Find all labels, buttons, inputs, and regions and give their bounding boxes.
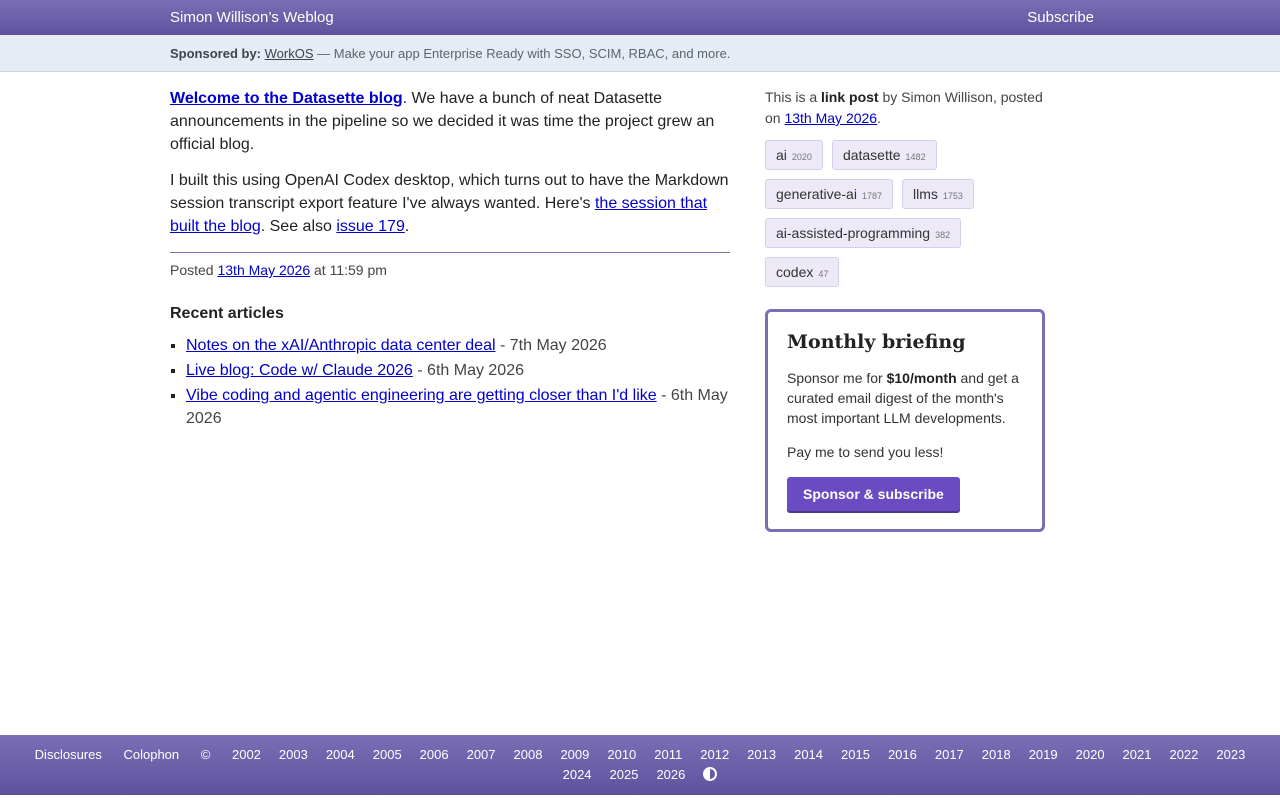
meta-post-type: link post bbox=[821, 89, 879, 105]
year-link-2021[interactable]: 2021 bbox=[1123, 747, 1152, 762]
year-link-2004[interactable]: 2004 bbox=[326, 747, 355, 762]
year-link-2016[interactable]: 2016 bbox=[888, 747, 917, 762]
briefing-description: Sponsor me for $10/month and get a curat… bbox=[787, 368, 1023, 428]
footer-links-row-2: 2024 2025 2026 bbox=[0, 767, 1280, 782]
tag-count: 47 bbox=[818, 269, 829, 279]
recent-article-date: - 6th May 2026 bbox=[412, 362, 524, 379]
post-paragraph-1: Welcome to the Datasette blog. We have a… bbox=[170, 87, 730, 156]
recent-article-date: - 7th May 2026 bbox=[495, 337, 607, 354]
subscribe-link[interactable]: Subscribe bbox=[1027, 9, 1094, 26]
tag-ai[interactable]: ai 2020 bbox=[765, 140, 823, 170]
year-link-2010[interactable]: 2010 bbox=[607, 747, 636, 762]
tag-count: 1787 bbox=[861, 191, 882, 201]
sponsor-banner: Sponsored by: WorkOS — Make your app Ent… bbox=[0, 35, 1280, 72]
year-link-2014[interactable]: 2014 bbox=[794, 747, 823, 762]
year-link-2025[interactable]: 2025 bbox=[610, 767, 639, 782]
disclosures-link[interactable]: Disclosures bbox=[35, 747, 102, 762]
recent-article-link[interactable]: Notes on the xAI/Anthropic data center d… bbox=[186, 337, 496, 354]
posted-date-link[interactable]: 13th May 2026 bbox=[217, 262, 310, 278]
post-meta: This is a link post by Simon Willison, p… bbox=[765, 87, 1045, 129]
tag-llms[interactable]: llms 1753 bbox=[901, 179, 974, 209]
post-title-link[interactable]: Welcome to the Datasette blog bbox=[170, 90, 403, 107]
tag-name: codex bbox=[776, 264, 814, 280]
sponsor-label: Sponsored by: bbox=[170, 46, 262, 61]
year-link-2022[interactable]: 2022 bbox=[1169, 747, 1198, 762]
year-link-2007[interactable]: 2007 bbox=[467, 747, 496, 762]
sponsor-tagline: — Make your app Enterprise Ready with SS… bbox=[313, 46, 731, 61]
briefing-title: Monthly briefing bbox=[787, 331, 966, 353]
site-footer: Disclosures Colophon © 2002 2003 2004 2005 2… bbox=[0, 735, 1280, 795]
sponsor-text: Sponsored by: WorkOS — Make your app Ent… bbox=[170, 46, 730, 61]
tag-name: generative-ai bbox=[776, 186, 857, 202]
sidebar: This is a link post by Simon Willison, p… bbox=[765, 87, 1045, 532]
tag-codex[interactable]: codex 47 bbox=[765, 257, 840, 287]
tag-count: 1753 bbox=[942, 191, 963, 201]
recent-article-item: Live blog: Code w/ Claude 2026 - 6th May… bbox=[186, 359, 730, 382]
tag-list: ai 2020 datasette 1482 generative-ai 1787 l… bbox=[765, 140, 1045, 287]
posted-line: Posted 13th May 2026 at 11:59 pm bbox=[170, 262, 730, 278]
site-header: Simon Willison’s Weblog Subscribe bbox=[0, 0, 1280, 35]
year-link-2011[interactable]: 2011 bbox=[654, 747, 682, 762]
tag-count: 382 bbox=[935, 230, 951, 240]
tag-ai-assisted-programming[interactable]: ai-assisted-programming 382 bbox=[765, 218, 962, 248]
meta-text-a: This is a bbox=[765, 89, 822, 105]
year-link-2019[interactable]: 2019 bbox=[1029, 747, 1058, 762]
year-link-2017[interactable]: 2017 bbox=[935, 747, 964, 762]
copyright-symbol: © bbox=[200, 747, 211, 762]
year-link-2020[interactable]: 2020 bbox=[1076, 747, 1105, 762]
year-link-2003[interactable]: 2003 bbox=[279, 747, 308, 762]
post-paragraph-2: I built this using OpenAI Codex desktop,… bbox=[170, 169, 730, 238]
post-paragraph-2-text-b: . See also bbox=[260, 218, 337, 235]
meta-date-link[interactable]: 13th May 2026 bbox=[784, 110, 877, 126]
year-link-2024[interactable]: 2024 bbox=[563, 767, 592, 782]
year-link-2023[interactable]: 2023 bbox=[1216, 747, 1245, 762]
sponsor-subscribe-button[interactable]: Sponsor & subscribe bbox=[787, 477, 960, 511]
briefing-pay-text: Pay me to send you less! bbox=[787, 444, 944, 460]
tag-name: ai-assisted-programming bbox=[776, 225, 931, 241]
contrast-icon[interactable] bbox=[703, 767, 718, 781]
posted-time: at 11:59 pm bbox=[310, 262, 387, 278]
issue-link[interactable]: issue 179 bbox=[336, 218, 405, 235]
year-link-2013[interactable]: 2013 bbox=[747, 747, 776, 762]
recent-article-link[interactable]: Live blog: Code w/ Claude 2026 bbox=[186, 362, 413, 379]
year-link-2018[interactable]: 2018 bbox=[982, 747, 1011, 762]
recent-article-link[interactable]: Vibe coding and agentic engineering are … bbox=[186, 387, 657, 404]
tag-name: llms bbox=[912, 186, 938, 202]
sponsor-link[interactable]: WorkOS bbox=[265, 46, 314, 61]
tag-datasette[interactable]: datasette 1482 bbox=[831, 140, 937, 170]
recent-articles-list: Notes on the xAI/Anthropic data center d… bbox=[170, 334, 730, 430]
year-link-2008[interactable]: 2008 bbox=[514, 747, 543, 762]
meta-text-d: . bbox=[877, 110, 881, 126]
tag-name: ai bbox=[776, 147, 787, 163]
site-title-link[interactable]: Simon Willison’s Weblog bbox=[170, 9, 334, 26]
monthly-briefing-box: Monthly briefing Sponsor me for $10/mont… bbox=[765, 309, 1045, 532]
year-link-2005[interactable]: 2005 bbox=[373, 747, 402, 762]
year-link-2002[interactable]: 2002 bbox=[232, 747, 261, 762]
colophon-link[interactable]: Colophon bbox=[123, 747, 179, 762]
post-body: Welcome to the Datasette blog. We have a… bbox=[170, 87, 730, 432]
tag-count: 1482 bbox=[905, 152, 926, 162]
posted-label: Posted bbox=[170, 262, 218, 278]
post-paragraph-2-text-c: . bbox=[404, 218, 410, 235]
year-link-2009[interactable]: 2009 bbox=[560, 747, 589, 762]
briefing-desc-a: Sponsor me for bbox=[787, 370, 887, 386]
recent-articles-heading: Recent articles bbox=[170, 305, 284, 322]
post-divider bbox=[170, 252, 730, 253]
year-link-2026[interactable]: 2026 bbox=[656, 767, 685, 782]
tag-name: datasette bbox=[842, 147, 901, 163]
footer-links-row-1: Disclosures Colophon © 2002 2003 2004 2005 2… bbox=[0, 747, 1280, 762]
year-link-2015[interactable]: 2015 bbox=[841, 747, 870, 762]
tag-generative-ai[interactable]: generative-ai 1787 bbox=[765, 179, 893, 209]
recent-article-item: Vibe coding and agentic engineering are … bbox=[186, 384, 730, 430]
year-link-2012[interactable]: 2012 bbox=[700, 747, 729, 762]
recent-article-item: Notes on the xAI/Anthropic data center d… bbox=[186, 334, 730, 357]
tag-count: 2020 bbox=[791, 152, 812, 162]
year-link-2006[interactable]: 2006 bbox=[420, 747, 449, 762]
briefing-price: $10/month bbox=[886, 370, 957, 386]
